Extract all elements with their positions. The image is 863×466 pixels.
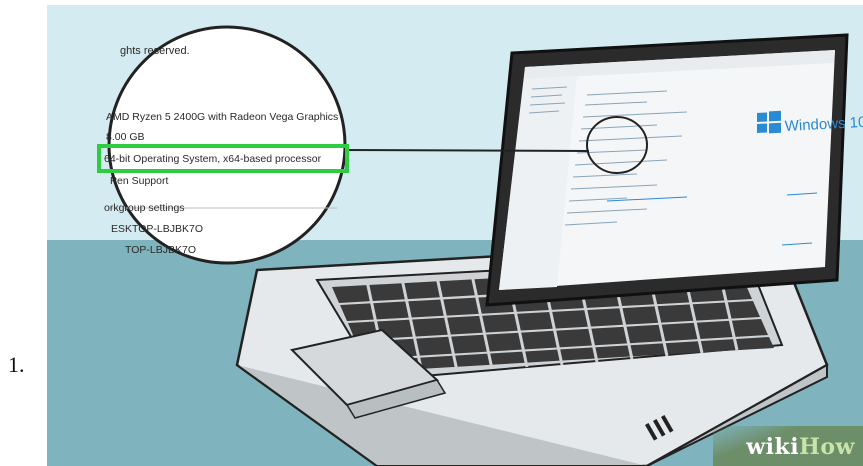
workgroup-settings-text: orkgroup settings [104, 202, 185, 214]
ram-text: 8.00 GB [106, 131, 145, 143]
watermark-wiki: wiki [746, 434, 800, 460]
magnifier-connector [339, 149, 590, 152]
wikihow-watermark: wikiHow [746, 434, 855, 460]
step-number: 1. [8, 352, 25, 377]
illustration: Windows 10 ghts reserved. AMD Ryzen 5 24… [47, 5, 863, 466]
pen-support-text: Pen Support [110, 175, 169, 187]
watermark-how: How [799, 434, 855, 460]
processor-text: AMD Ryzen 5 2400G with Radeon Vega Graph… [106, 111, 339, 123]
system-type-text: 64-bit Operating System, x64-based proce… [104, 153, 322, 165]
laptop-illustration: Windows 10 [47, 5, 863, 466]
computer-name-text: ESKTOP-LBJBK7O [111, 223, 204, 235]
copyright-text: ghts reserved. [120, 45, 190, 57]
full-computer-name-text: TOP-LBJBK7O [125, 244, 196, 256]
